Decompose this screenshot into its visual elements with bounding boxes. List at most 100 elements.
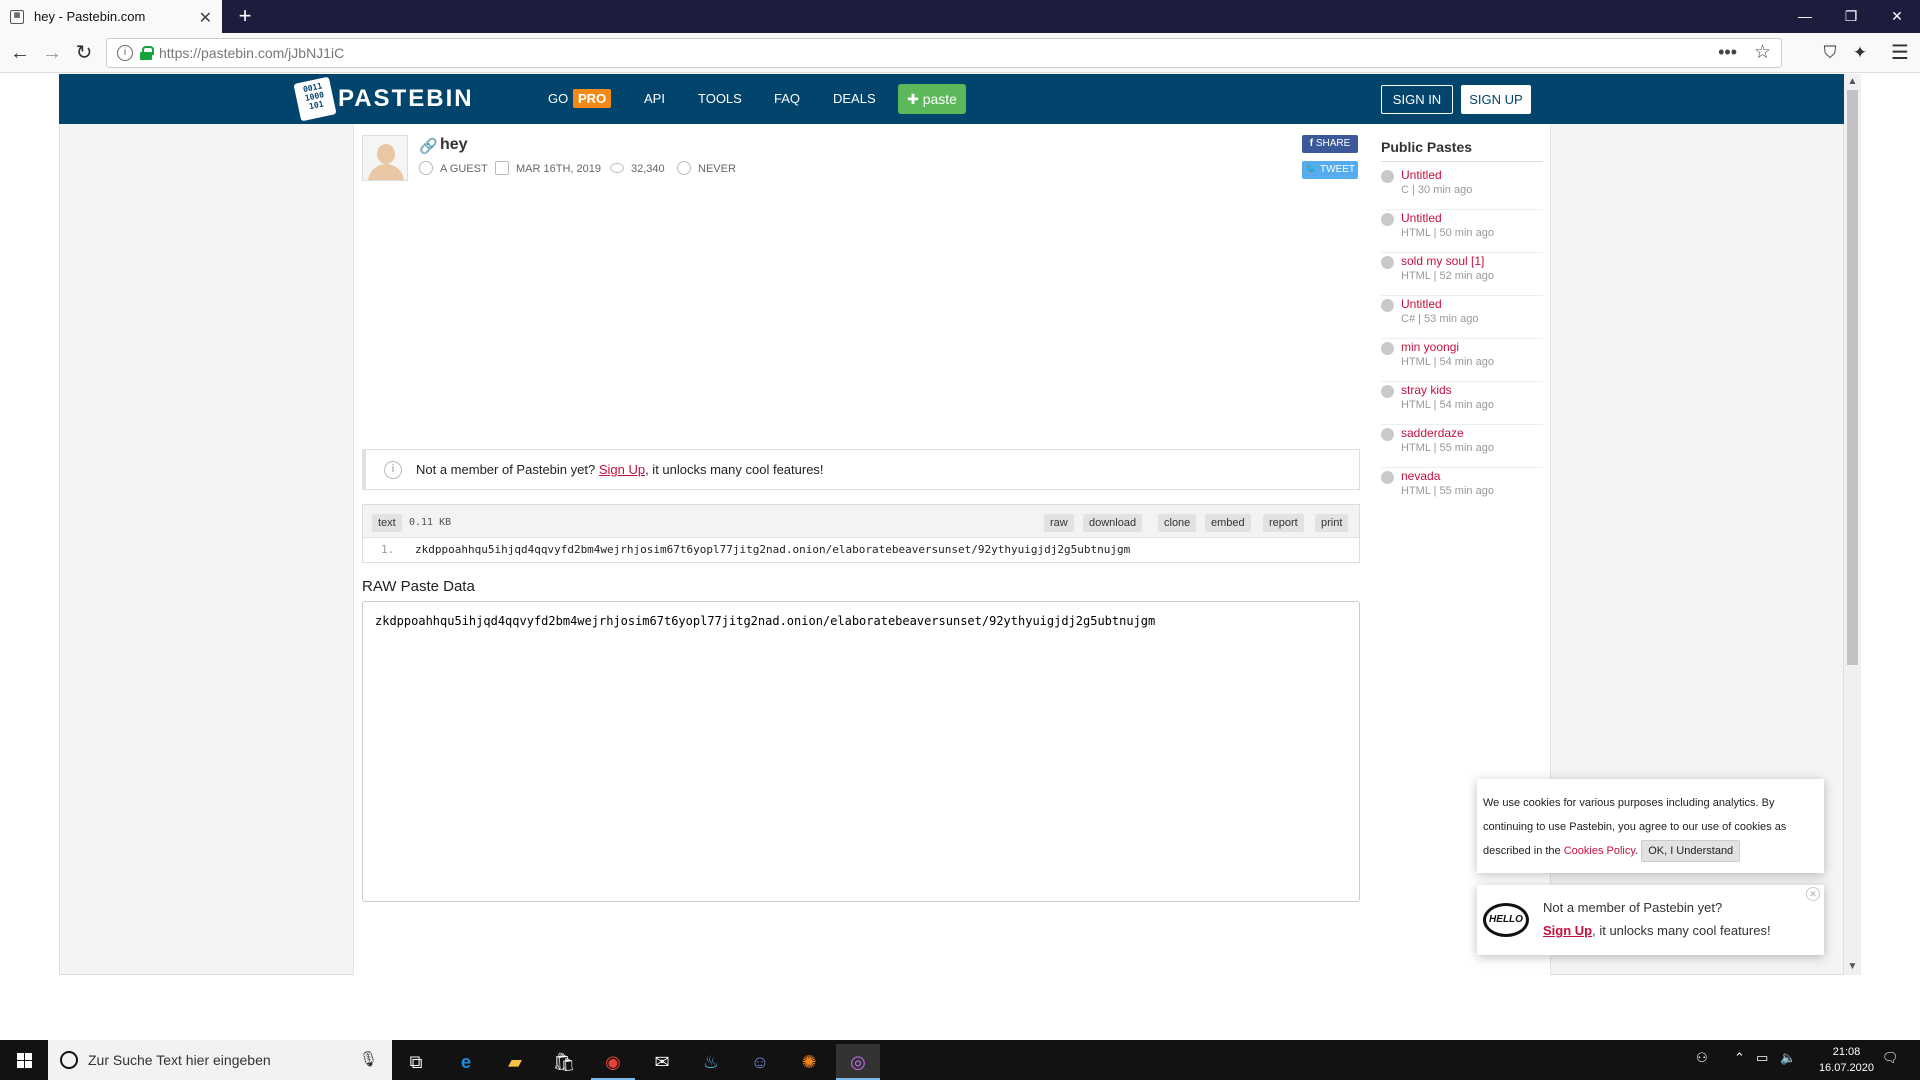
more-actions-icon[interactable]: •••	[1718, 42, 1737, 63]
public-paste-title[interactable]: Untitled	[1401, 297, 1442, 311]
nav-go[interactable]: GO	[548, 91, 568, 106]
plus-icon: ✚	[907, 91, 923, 107]
nav-deals[interactable]: DEALS	[833, 91, 876, 106]
promo-signup-link[interactable]: Sign Up	[1543, 923, 1592, 938]
paste-author: A GUEST	[440, 163, 488, 175]
print-button[interactable]: print	[1315, 514, 1349, 532]
new-tab-icon[interactable]: +	[232, 3, 258, 29]
sign-up-button[interactable]: SIGN UP	[1461, 85, 1531, 114]
paste-title: hey	[440, 136, 468, 153]
embed-button[interactable]: embed	[1205, 514, 1251, 532]
new-paste-button[interactable]: ✚ paste	[898, 84, 966, 114]
sign-in-button[interactable]: SIGN IN	[1381, 85, 1453, 114]
minimize-icon[interactable]: —	[1782, 0, 1828, 33]
raw-button[interactable]: raw	[1044, 514, 1074, 532]
extension-icon[interactable]: ✦	[1846, 39, 1874, 67]
scroll-down-icon[interactable]: ▼	[1844, 959, 1861, 975]
close-popup-icon[interactable]: ✕	[1806, 887, 1820, 901]
volume-icon[interactable]: 🔈	[1780, 1050, 1796, 1066]
nav-tools[interactable]: TOOLS	[698, 91, 742, 106]
info-icon[interactable]: i	[117, 45, 133, 61]
new-paste-label: paste	[922, 91, 957, 107]
browser-tab[interactable]: ▦ hey - Pastebin.com ✕	[0, 0, 222, 33]
download-button[interactable]: download	[1083, 514, 1143, 532]
cortana-icon[interactable]	[60, 1051, 78, 1069]
report-button[interactable]: report	[1263, 514, 1304, 532]
public-paste-item[interactable]: sold my soul [1] HTML | 52 min ago	[1381, 253, 1543, 296]
menu-icon[interactable]: ☰	[1886, 39, 1914, 67]
tweet-label: TWEET	[1320, 164, 1356, 175]
taskbar-search[interactable]: Zur Suche Text hier eingeben 🎙	[48, 1040, 392, 1080]
browser-tab-bar: ▦ hey - Pastebin.com ✕ + — ❐ ✕	[0, 0, 1920, 33]
shield-icon[interactable]: ⛉	[1816, 39, 1844, 67]
file-explorer-icon[interactable]: ▰	[493, 1044, 537, 1080]
chrome-icon[interactable]: ◉	[591, 1044, 635, 1080]
scroll-up-icon[interactable]: ▲	[1844, 74, 1861, 90]
cookie-accept-button[interactable]: OK, I Understand	[1641, 840, 1741, 862]
tor-icon[interactable]: ◎	[836, 1044, 880, 1080]
twitter-tweet-button[interactable]: 🐦 TWEET	[1302, 161, 1358, 179]
back-icon[interactable]: ←	[6, 39, 34, 67]
pastebin-logo-icon[interactable]: 0011 1000 101	[293, 76, 337, 122]
lock-icon[interactable]	[140, 46, 154, 60]
clone-button[interactable]: clone	[1158, 514, 1197, 532]
microphone-icon[interactable]: 🎙	[359, 1050, 378, 1068]
public-paste-title[interactable]: Untitled	[1401, 211, 1442, 225]
public-paste-item[interactable]: stray kids HTML | 54 min ago	[1381, 382, 1543, 425]
clock-date: 16.07.2020	[1818, 1062, 1874, 1074]
public-paste-meta: C# | 53 min ago	[1401, 313, 1479, 325]
public-paste-item[interactable]: Untitled C | 30 min ago	[1381, 167, 1543, 210]
metamask-icon[interactable]: ✺	[787, 1044, 831, 1080]
notice-suffix: , it unlocks many cool features!	[645, 462, 824, 477]
people-icon[interactable]: ⚇	[1696, 1050, 1708, 1066]
scrollbar-thumb[interactable]	[1847, 90, 1858, 665]
close-window-icon[interactable]: ✕	[1874, 0, 1920, 33]
nav-api[interactable]: API	[644, 91, 665, 106]
public-paste-title[interactable]: Untitled	[1401, 168, 1442, 182]
notice-signup-link[interactable]: Sign Up	[599, 462, 645, 477]
public-paste-title[interactable]: nevada	[1401, 469, 1440, 483]
address-bar[interactable]: i https://pastebin.com/jJbNJ1iC ••• ☆	[106, 38, 1782, 68]
nav-pro-badge[interactable]: PRO	[573, 89, 612, 108]
windows-taskbar: Zur Suche Text hier eingeben 🎙 ⧉ e ▰ 🛍 ◉…	[0, 1040, 1920, 1080]
network-icon[interactable]: ▭	[1756, 1050, 1768, 1066]
public-paste-item[interactable]: Untitled C# | 53 min ago	[1381, 296, 1543, 339]
edge-icon[interactable]: e	[444, 1044, 488, 1080]
code-text[interactable]: zkdppoahhqu5ihjqd4qqvyfd2bm4wejrhjosim67…	[415, 543, 1130, 556]
mail-icon[interactable]: ✉	[640, 1044, 684, 1080]
pastebin-favicon-icon: ▦	[10, 9, 24, 24]
cookies-policy-link[interactable]: Cookies Policy	[1564, 845, 1635, 857]
nav-faq[interactable]: FAQ	[774, 91, 800, 106]
close-tab-icon[interactable]: ✕	[199, 8, 212, 28]
restore-icon[interactable]: ❐	[1828, 0, 1874, 33]
raw-paste-textarea[interactable]: zkdppoahhqu5ihjqd4qqvyfd2bm4wejrhjosim67…	[362, 601, 1360, 902]
search-placeholder[interactable]: Zur Suche Text hier eingeben	[88, 1052, 271, 1068]
code-toolbar: text 0.11 KB raw download clone embed re…	[363, 505, 1359, 538]
public-paste-title[interactable]: min yoongi	[1401, 340, 1459, 354]
taskbar-clock[interactable]: 21:08 16.07.2020	[1819, 1044, 1874, 1076]
discord-icon[interactable]: ☺	[738, 1044, 782, 1080]
bookmark-star-icon[interactable]: ☆	[1754, 41, 1771, 64]
public-paste-title[interactable]: stray kids	[1401, 383, 1452, 397]
syntax-tag[interactable]: text	[372, 514, 402, 532]
task-view-icon[interactable]: ⧉	[394, 1044, 438, 1080]
facebook-share-button[interactable]: f SHARE	[1302, 135, 1358, 153]
public-paste-title[interactable]: sadderdaze	[1401, 426, 1464, 440]
tray-chevron-icon[interactable]: ⌃	[1734, 1050, 1745, 1066]
public-paste-item[interactable]: Untitled HTML | 50 min ago	[1381, 210, 1543, 253]
promo-line-2: Sign Up, it unlocks many cool features!	[1543, 923, 1771, 938]
url-text[interactable]: https://pastebin.com/jJbNJ1iC	[159, 45, 344, 61]
reload-icon[interactable]: ↻	[70, 39, 98, 67]
public-paste-item[interactable]: sadderdaze HTML | 55 min ago	[1381, 425, 1543, 468]
notifications-icon[interactable]: 🗨	[1882, 1050, 1899, 1066]
public-paste-item[interactable]: min yoongi HTML | 54 min ago	[1381, 339, 1543, 382]
guest-avatar	[362, 135, 408, 181]
start-button[interactable]	[0, 1040, 48, 1080]
public-paste-item[interactable]: nevada HTML | 55 min ago	[1381, 468, 1543, 511]
site-logo-text[interactable]: PASTEBIN	[338, 85, 474, 113]
forward-icon[interactable]: →	[38, 39, 66, 67]
store-icon[interactable]: 🛍	[542, 1044, 586, 1080]
steam-icon[interactable]: ♨	[689, 1044, 733, 1080]
public-paste-title[interactable]: sold my soul [1]	[1401, 254, 1484, 268]
page-scrollbar[interactable]: ▲ ▼	[1844, 74, 1861, 975]
